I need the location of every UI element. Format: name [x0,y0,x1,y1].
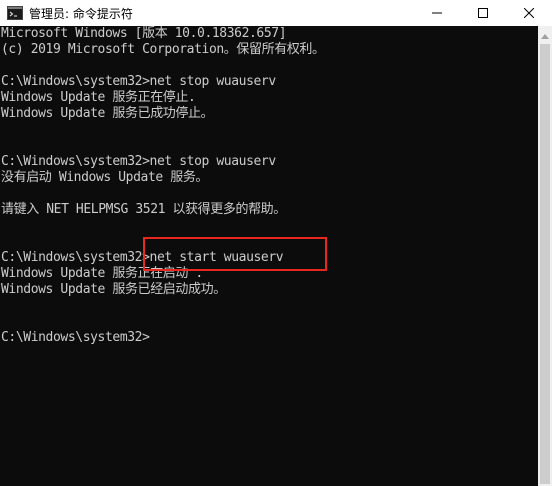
maximize-icon [478,8,488,18]
console-line: 没有启动 Windows Update 服务。 [1,170,209,185]
title-bar[interactable]: 管理员: 命令提示符 [0,0,552,26]
scroll-thumb[interactable] [540,44,550,484]
cmd-window: 管理员: 命令提示符 Microsoft Windows [版本 10.0.18… [0,0,552,486]
console-line: C:\Windows\system32>net stop wuauserv [1,154,276,169]
console-line: (c) 2019 Microsoft Corporation。保留所有权利。 [1,42,325,57]
vertical-scrollbar[interactable] [538,26,552,486]
scroll-up-button[interactable] [538,26,552,43]
close-button[interactable] [506,0,552,26]
console-line: Windows Update 服务已经启动成功。 [1,282,226,297]
console-line: Windows Update 服务正在停止. [1,90,196,105]
annotation-highlight-box [143,237,327,271]
minimize-button[interactable] [414,0,460,26]
console-line: 请键入 NET HELPMSG 3521 以获得更多的帮助。 [1,202,286,217]
chevron-up-icon [541,26,549,44]
console-line: Windows Update 服务已成功停止。 [1,106,214,121]
console-line: C:\Windows\system32>net stop wuauserv [1,74,276,89]
close-icon [524,8,534,18]
maximize-button[interactable] [460,0,506,26]
console-line: Microsoft Windows [版本 10.0.18362.657] [1,26,287,41]
window-title: 管理员: 命令提示符 [29,6,133,21]
minimize-icon [432,8,442,18]
window-controls [414,0,552,26]
cmd-app-icon [7,6,23,20]
console-line: C:\Windows\system32> [1,330,150,345]
